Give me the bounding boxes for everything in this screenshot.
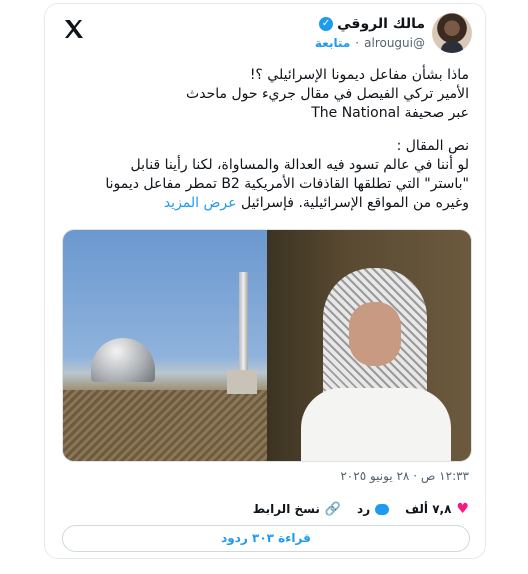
tweet-card: مالك الروقي ✓ @alrougui · متابعة ماذا بش… [44, 3, 486, 559]
tweet-date: ٢٨ يونيو ٢٠٢٥ [340, 469, 410, 483]
author-name-row: مالك الروقي ✓ [319, 16, 425, 32]
reply-icon [375, 503, 390, 515]
author-display-name[interactable]: مالك الروقي [337, 16, 425, 32]
reply-button[interactable]: رد [357, 502, 390, 516]
speaker-figure [301, 268, 451, 461]
author-handle-row: @alrougui · متابعة [315, 36, 425, 50]
tweet-line: "باستر" التي تطلقها القاذفات الأمريكية B… [105, 176, 469, 192]
tweet-line: لو أننا في عالم تسود فيه العدالة والمساو… [130, 157, 469, 173]
copy-link-label: نسخ الرابط [252, 502, 320, 516]
verified-badge-icon: ✓ [319, 17, 334, 31]
x-logo-icon[interactable] [63, 18, 85, 40]
tweet-actions: ♥ ٧,٨ ألف رد 🔗 نسخ الرابط [253, 501, 469, 517]
reactor-photo[interactable] [63, 230, 267, 461]
separator-dot: · [413, 469, 418, 483]
tweet-line: وغيره من المواقع الإسرائيلية. فإسرائيل [240, 195, 469, 211]
tweet-media[interactable] [62, 229, 472, 462]
desert-ground [63, 390, 267, 461]
reactor-dome [91, 338, 155, 382]
tweet-line-last: وغيره من المواقع الإسرائيلية. فإسرائيل ع… [59, 194, 469, 213]
speaker-photo[interactable] [267, 230, 471, 461]
separator-dot: · [355, 36, 360, 50]
read-replies-button[interactable]: قراءة ٣٠٣ ردود [62, 525, 470, 552]
link-icon: 🔗 [324, 501, 342, 517]
tweet-line: الأمير تركي الفيصل في مقال جريء حول ماحد… [186, 86, 469, 102]
tweet-line: ماذا بشأن مفاعل ديمونا الإسرائيلي ؟! [249, 67, 469, 83]
like-button[interactable]: ♥ ٧,٨ ألف [405, 501, 469, 517]
like-count: ٧,٨ ألف [405, 502, 452, 516]
shirt [301, 388, 451, 461]
tweet-text: ماذا بشأن مفاعل ديمونا الإسرائيلي ؟! الأ… [59, 66, 469, 213]
follow-button[interactable]: متابعة [315, 36, 350, 50]
author-handle[interactable]: @alrougui [364, 36, 425, 50]
heart-icon: ♥ [456, 501, 469, 517]
reactor-building [227, 370, 257, 394]
tweet-timestamp[interactable]: ١٢:٣٣ ص · ٢٨ يونيو ٢٠٢٥ [340, 469, 469, 483]
reply-label: رد [357, 502, 371, 516]
avatar[interactable] [432, 13, 472, 53]
show-more-link[interactable]: عرض المزيد [164, 195, 237, 211]
tweet-time: ١٢:٣٣ ص [420, 469, 469, 483]
tweet-line: عبر صحيفة The National [311, 105, 469, 121]
tweet-line: نص المقال : [396, 138, 469, 154]
copy-link-button[interactable]: 🔗 نسخ الرابط [253, 502, 341, 517]
face [349, 302, 401, 366]
